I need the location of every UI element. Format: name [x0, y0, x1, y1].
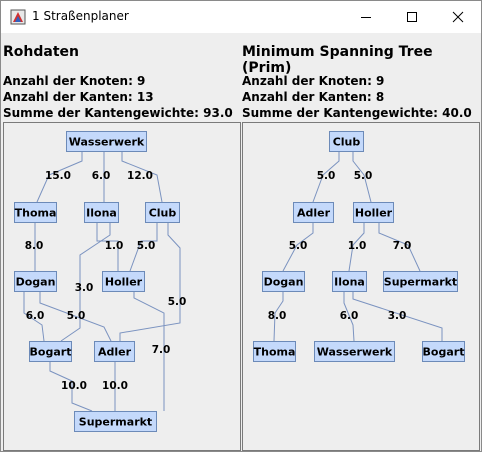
mst-title: Minimum Spanning Tree (Prim): [242, 44, 433, 76]
node-adler[interactable]: Adler: [94, 341, 135, 362]
node-bogart[interactable]: Bogart: [422, 341, 465, 362]
node-holler[interactable]: Holler: [353, 202, 394, 223]
maximize-icon: [407, 12, 417, 22]
edge-weight-label: 6.0: [340, 310, 359, 322]
node-supermarkt[interactable]: Supermarkt: [383, 271, 458, 292]
edge-weight-label: 10.0: [61, 380, 87, 392]
node-label: Holler: [355, 207, 393, 220]
raw-weight-sum: Summe der Kantengewichte: 93.0: [3, 106, 233, 120]
edge-weight-label: 10.0: [102, 380, 128, 392]
node-wasserwerk[interactable]: Wasserwerk: [66, 131, 147, 152]
node-supermarkt[interactable]: Supermarkt: [74, 411, 157, 432]
raw-data-title: Rohdaten: [3, 44, 79, 60]
edge-weight-label: 5.0: [317, 170, 336, 182]
edge-weight-label: 5.0: [168, 296, 187, 308]
node-club[interactable]: Club: [329, 131, 364, 152]
edge-weight-label: 8.0: [268, 310, 287, 322]
node-ilona[interactable]: Ilona: [84, 202, 119, 223]
node-ilona[interactable]: Ilona: [332, 271, 367, 292]
maximize-button[interactable]: [389, 1, 435, 33]
mst-graph-canvas[interactable]: 5.0 5.0 5.0 1.0 7.0 8.0 6.0 3.0 Club Adler Holler D…: [242, 122, 480, 451]
edge-weight-label: 6.0: [26, 310, 45, 322]
raw-graph-canvas[interactable]: 15.0 6.0 12.0 8.0 1.0 3.0 5.0 5.0 6.0 5.0 7.0 10.0 1…: [3, 122, 241, 451]
edge-weight-label: 5.0: [289, 240, 308, 252]
title-bar[interactable]: 1 Straßenplaner: [1, 1, 481, 33]
mst-node-count: Anzahl der Knoten: 9: [242, 74, 385, 88]
node-label: Ilona: [86, 207, 117, 220]
node-label: Wasserwerk: [317, 346, 393, 359]
edge-weight-label: 7.0: [393, 240, 412, 252]
mst-edge-count: Anzahl der Kanten: 8: [242, 90, 385, 104]
node-bogart[interactable]: Bogart: [29, 341, 72, 362]
node-thoma[interactable]: Thoma: [14, 202, 57, 223]
node-label: Dogan: [264, 276, 304, 289]
edge-weight-label: 5.0: [67, 310, 86, 322]
node-label: Adler: [98, 346, 132, 359]
edge-weight-label: 8.0: [25, 240, 44, 252]
node-label: Supermarkt: [79, 416, 152, 429]
node-label: Club: [333, 136, 361, 149]
node-club[interactable]: Club: [145, 202, 180, 223]
node-label: Bogart: [30, 346, 72, 359]
edge-weight-label: 12.0: [127, 170, 153, 182]
node-wasserwerk[interactable]: Wasserwerk: [314, 341, 395, 362]
edge-weight-label: 7.0: [152, 344, 171, 356]
raw-node-count: Anzahl der Knoten: 9: [3, 74, 146, 88]
node-label: Dogan: [16, 276, 56, 289]
node-label: Supermarkt: [384, 276, 457, 289]
node-dogan[interactable]: Dogan: [262, 271, 305, 292]
app-icon: [10, 9, 26, 25]
mst-weight-sum: Summe der Kantengewichte: 40.0: [242, 106, 472, 120]
mst-graph: 5.0 5.0 5.0 1.0 7.0 8.0 6.0 3.0 Club Adler Holler D…: [253, 131, 465, 362]
app-window: 1 Straßenplaner Rohdaten Anzahl der Knot…: [0, 0, 482, 452]
close-button[interactable]: [435, 1, 481, 33]
node-adler[interactable]: Adler: [293, 202, 334, 223]
node-dogan[interactable]: Dogan: [14, 271, 57, 292]
close-icon: [452, 11, 464, 23]
node-label: Wasserwerk: [69, 136, 145, 149]
raw-edge-count: Anzahl der Kanten: 13: [3, 90, 154, 104]
minimize-icon: [361, 17, 371, 18]
raw-graph: 15.0 6.0 12.0 8.0 1.0 3.0 5.0 5.0 6.0 5.0 7.0 10.0 1…: [14, 131, 187, 432]
minimize-button[interactable]: [343, 1, 389, 33]
edge-weight-label: 5.0: [137, 240, 156, 252]
edge-weight-label: 5.0: [354, 170, 373, 182]
node-label: Thoma: [254, 346, 296, 359]
node-thoma[interactable]: Thoma: [253, 341, 296, 362]
edge-weight-label: 3.0: [75, 282, 94, 294]
node-label: Thoma: [15, 207, 57, 220]
edge-weight-label: 6.0: [92, 170, 111, 182]
node-label: Bogart: [423, 346, 465, 359]
edges: 5.0 5.0 5.0 1.0 7.0 8.0 6.0 3.0: [268, 151, 443, 342]
node-holler[interactable]: Holler: [102, 271, 145, 292]
edge-weight-label: 1.0: [105, 240, 124, 252]
edge-weight-label: 15.0: [45, 170, 71, 182]
node-label: Holler: [105, 276, 143, 289]
node-label: Ilona: [334, 276, 365, 289]
node-label: Adler: [297, 207, 331, 220]
edge-weight-label: 3.0: [388, 310, 407, 322]
node-label: Club: [149, 207, 177, 220]
edge-weight-label: 1.0: [348, 240, 367, 252]
window-title: 1 Straßenplaner: [32, 9, 129, 23]
